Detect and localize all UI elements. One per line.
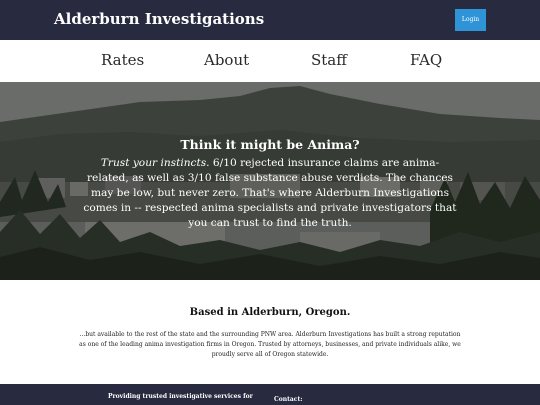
nav-item-faq[interactable]: FAQ bbox=[410, 51, 442, 69]
nav-item-rates[interactable]: Rates bbox=[101, 51, 144, 69]
nav-item-about[interactable]: About bbox=[204, 51, 249, 69]
top-bar: Alderburn Investigations Login bbox=[0, 0, 540, 40]
hero-body: Trust your instincts. 6/10 rejected insu… bbox=[80, 156, 460, 231]
hero-title: Think it might be Anima? bbox=[180, 137, 360, 152]
login-button[interactable]: Login bbox=[455, 9, 486, 31]
about-body: ...but available to the rest of the stat… bbox=[79, 331, 461, 358]
about-title: Based in Alderburn, Oregon. bbox=[189, 307, 351, 318]
hero-banner: Think it might be Anima? Trust your inst… bbox=[0, 82, 540, 280]
footer-tagline: Providing trusted investigative services… bbox=[108, 393, 253, 400]
footer: Providing trusted investigative services… bbox=[0, 384, 540, 405]
main-nav: Rates About Staff FAQ bbox=[0, 40, 540, 82]
nav-item-staff[interactable]: Staff bbox=[311, 51, 347, 69]
footer-contact-label: Contact: bbox=[274, 396, 303, 403]
hero-lead: Trust your instincts. bbox=[100, 157, 210, 169]
brand-title[interactable]: Alderburn Investigations bbox=[54, 10, 264, 28]
